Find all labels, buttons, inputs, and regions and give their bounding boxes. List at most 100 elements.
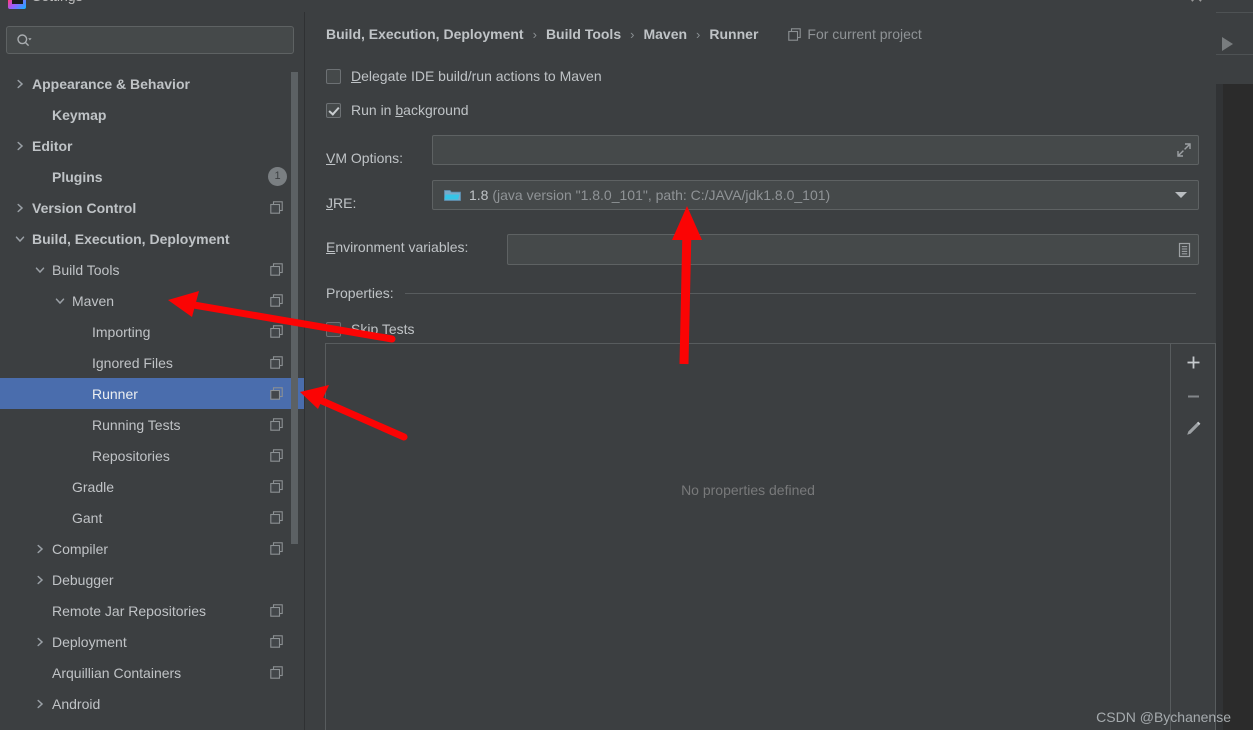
copy-settings-icon[interactable] [270, 511, 283, 524]
vm-options-label: VM Options: [326, 150, 403, 166]
minus-icon [1187, 395, 1199, 397]
sidebar-scrollbar-thumb[interactable] [291, 72, 298, 544]
copy-settings-icon[interactable] [270, 480, 283, 493]
sidebar-item-repositories[interactable]: Repositories [0, 440, 305, 471]
search-input[interactable] [39, 27, 291, 55]
sidebar-item-ignored-files[interactable]: Ignored Files [0, 347, 305, 378]
run-in-background-checkbox-row[interactable]: Run in background [326, 102, 469, 118]
sidebar-item-gradle[interactable]: Gradle [0, 471, 305, 502]
breadcrumb-item[interactable]: Runner [709, 26, 758, 42]
plugins-update-count-badge: 1 [268, 167, 287, 186]
settings-sidebar: Appearance & Behavior Keymap Editor Plugins… [0, 12, 305, 730]
jre-value: 1.8 (java version "1.8.0_101", path: C:/… [469, 187, 830, 203]
env-label-rest: nvironment variables: [335, 239, 469, 255]
chevron-right-icon[interactable] [34, 543, 46, 555]
copy-settings-icon[interactable] [270, 666, 283, 679]
sidebar-item-arquillian-containers[interactable]: Arquillian Containers [0, 657, 305, 688]
add-property-button[interactable] [1171, 346, 1215, 378]
run-in-background-checkbox[interactable] [326, 102, 341, 118]
sidebar-item-label: Appearance & Behavior [32, 75, 190, 92]
copy-settings-icon[interactable] [270, 294, 283, 307]
ide-editor-inner [1223, 84, 1253, 730]
environment-variables-input[interactable] [507, 234, 1199, 265]
intellij-logo-icon [8, 0, 26, 9]
skip-tests-checkbox-row[interactable]: Skip Tests [326, 321, 415, 337]
screenshot-root: ectio Settings ✕ A [0, 0, 1253, 730]
chevron-right-icon[interactable] [34, 574, 46, 586]
delegate-ide-build-checkbox-row[interactable]: Delegate IDE build/run actions to Maven [326, 68, 602, 84]
chevron-right-icon[interactable] [34, 698, 46, 710]
sidebar-item-appearance-behavior[interactable]: Appearance & Behavior [0, 68, 305, 99]
chevron-down-icon[interactable] [54, 295, 66, 307]
sidebar-item-label: Ignored Files [92, 354, 173, 371]
sidebar-item-running-tests[interactable]: Running Tests [0, 409, 305, 440]
copy-settings-icon[interactable] [270, 542, 283, 555]
sidebar-item-debugger[interactable]: Debugger [0, 564, 305, 595]
remove-property-button[interactable] [1171, 380, 1215, 412]
dialog-title: Settings [32, 0, 83, 4]
copy-settings-icon[interactable] [270, 325, 283, 338]
properties-section-header: Properties: [326, 285, 1196, 301]
breadcrumb-item[interactable]: Build, Execution, Deployment [326, 26, 524, 42]
runbg-pre: Run in [351, 102, 396, 118]
sidebar-item-label: Running Tests [92, 416, 181, 433]
copy-settings-icon[interactable] [270, 201, 283, 214]
copy-settings-icon[interactable] [270, 387, 283, 400]
edit-property-button[interactable] [1171, 412, 1215, 444]
chevron-right-icon[interactable] [14, 140, 26, 152]
expand-icon[interactable] [1176, 142, 1192, 158]
copy-settings-icon[interactable] [270, 449, 283, 462]
breadcrumb-item[interactable]: Build Tools [546, 26, 621, 42]
sidebar-item-remote-jar-repositories[interactable]: Remote Jar Repositories [0, 595, 305, 626]
properties-table[interactable]: No properties defined [325, 343, 1171, 730]
environment-variables-browse-icon[interactable] [1177, 242, 1192, 258]
close-icon[interactable]: ✕ [1189, 0, 1204, 6]
sidebar-item-gant[interactable]: Gant [0, 502, 305, 533]
sidebar-item-editor[interactable]: Editor [0, 130, 305, 161]
breadcrumb-separator: › [630, 26, 635, 42]
section-divider [404, 292, 1196, 294]
sidebar-item-runner[interactable]: Runner [0, 378, 305, 409]
sidebar-item-label: Build, Execution, Deployment [32, 230, 230, 247]
run-in-background-label: Run in background [351, 102, 469, 118]
copy-settings-icon[interactable] [270, 604, 283, 617]
jre-combobox[interactable]: 1.8 (java version "1.8.0_101", path: C:/… [432, 180, 1199, 210]
chevron-down-icon[interactable] [34, 264, 46, 276]
sidebar-item-version-control[interactable]: Version Control [0, 192, 305, 223]
sidebar-item-build-tools[interactable]: Build Tools [0, 254, 305, 285]
sidebar-item-deployment[interactable]: Deployment [0, 626, 305, 657]
breadcrumb-separator: › [532, 26, 537, 42]
sidebar-item-importing[interactable]: Importing [0, 316, 305, 347]
ide-window-behind: ectio [1216, 0, 1253, 730]
settings-tree[interactable]: Appearance & Behavior Keymap Editor Plugins… [0, 68, 305, 730]
copy-settings-icon[interactable] [270, 418, 283, 431]
sidebar-item-label: Runner [92, 385, 138, 402]
vm-options-input[interactable] [432, 135, 1199, 165]
watermark: CSDN @Bychanense [1096, 709, 1231, 725]
breadcrumb-separator: › [696, 26, 701, 42]
chevron-right-icon[interactable] [14, 78, 26, 90]
chevron-right-icon[interactable] [34, 636, 46, 648]
chevron-down-icon[interactable] [14, 233, 26, 245]
sidebar-item-compiler[interactable]: Compiler [0, 533, 305, 564]
run-arrow-icon[interactable] [1222, 37, 1233, 51]
sidebar-item-maven[interactable]: Maven [0, 285, 305, 316]
sidebar-item-label: Importing [92, 323, 151, 340]
copy-settings-icon[interactable] [270, 263, 283, 276]
copy-settings-icon[interactable] [270, 635, 283, 648]
ide-toolbar-strip [1216, 12, 1253, 54]
copy-settings-icon[interactable] [270, 356, 283, 369]
sidebar-item-build-execution-deployment[interactable]: Build, Execution, Deployment [0, 223, 305, 254]
sidebar-item-label: Remote Jar Repositories [52, 602, 207, 619]
chevron-down-icon[interactable] [1175, 192, 1187, 198]
sidebar-item-plugins[interactable]: Plugins 1 [0, 161, 305, 192]
sidebar-item-android[interactable]: Android [0, 688, 305, 719]
search-box[interactable] [6, 26, 294, 55]
skip-tests-checkbox[interactable] [326, 321, 341, 337]
breadcrumb-item[interactable]: Maven [643, 26, 687, 42]
sidebar-item-keymap[interactable]: Keymap [0, 99, 305, 130]
chevron-right-icon[interactable] [14, 202, 26, 214]
skip-tests-label: Skip Tests [351, 321, 415, 337]
delegate-ide-build-checkbox[interactable] [326, 68, 341, 84]
sidebar-item-label: Gant [72, 509, 103, 526]
